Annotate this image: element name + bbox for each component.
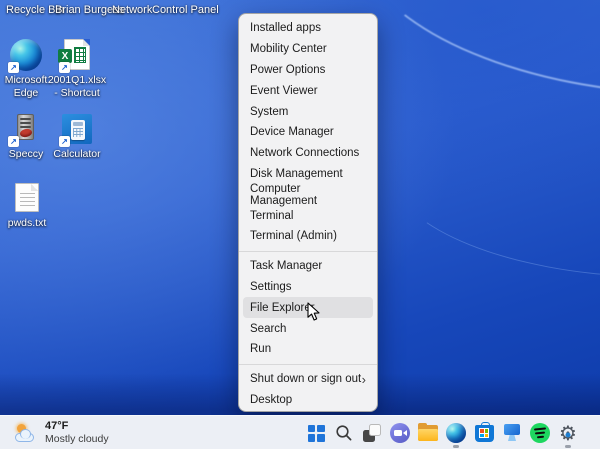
menu-item-network-connections[interactable]: Network Connections xyxy=(239,143,377,164)
submenu-chevron-icon: › xyxy=(362,373,366,386)
desktop-icon-label: pwds.txt xyxy=(8,217,47,230)
menu-separator xyxy=(239,251,377,252)
microsoft-store-button[interactable] xyxy=(474,418,494,448)
spotify-icon xyxy=(530,423,550,443)
search-button[interactable] xyxy=(334,418,354,448)
spotify-button[interactable] xyxy=(530,418,550,448)
gear-center-dot xyxy=(566,432,571,437)
menu-item-event-viewer[interactable]: Event Viewer xyxy=(239,80,377,101)
taskbar-icons: ⚙ xyxy=(306,416,578,449)
menu-item-search[interactable]: Search xyxy=(239,318,377,339)
search-icon xyxy=(335,424,353,442)
menu-item-desktop[interactable]: Desktop xyxy=(239,390,377,411)
menu-item-label: Shut down or sign out xyxy=(250,373,361,385)
desktop-icon-network-label[interactable]: Network xyxy=(112,4,152,16)
speccy-icon xyxy=(17,114,34,140)
menu-item-shutdown-signout[interactable]: Shut down or sign out › xyxy=(239,369,377,390)
text-file-icon xyxy=(15,183,39,212)
task-view-button[interactable] xyxy=(362,418,382,448)
running-app-indicator xyxy=(453,445,459,448)
file-explorer-button[interactable] xyxy=(418,418,438,448)
menu-item-terminal-admin[interactable]: Terminal (Admin) xyxy=(239,226,377,247)
weather-widget[interactable]: 47°F Mostly cloudy xyxy=(14,416,109,449)
menu-item-task-manager[interactable]: Task Manager xyxy=(239,256,377,277)
screen: Recycle Bin Brian Burgess Network Contro… xyxy=(0,0,600,449)
shortcut-arrow-icon: ↗ xyxy=(8,62,19,73)
edge-button[interactable] xyxy=(446,418,466,448)
menu-separator xyxy=(239,364,377,365)
menu-item-settings[interactable]: Settings xyxy=(239,277,377,298)
monitor-icon xyxy=(502,424,522,442)
menu-item-system[interactable]: System xyxy=(239,101,377,122)
menu-item-run[interactable]: Run xyxy=(239,339,377,360)
start-button[interactable] xyxy=(306,418,326,448)
excel-grid xyxy=(74,47,86,63)
desktop-icon-speccy[interactable]: ↗ Speccy xyxy=(0,113,55,161)
chat-button[interactable] xyxy=(390,418,410,448)
winx-context-menu: Installed apps Mobility Center Power Opt… xyxy=(238,13,378,412)
settings-button[interactable]: ⚙ xyxy=(558,418,578,448)
menu-item-terminal[interactable]: Terminal xyxy=(239,205,377,226)
desktop-icon-label: Microsoft Edge xyxy=(0,74,55,100)
desktop-icon-excel-shortcut[interactable]: X ↗ 2001Q1.xlsx - Shortcut xyxy=(48,39,106,100)
desktop-icon-calculator[interactable]: ↗ Calculator xyxy=(48,113,106,161)
weather-mostly-cloudy-icon xyxy=(14,424,38,442)
weather-temperature: 47°F xyxy=(45,420,109,434)
wallpaper-light-arc-faint xyxy=(384,80,600,292)
desktop-icon-control-panel-label[interactable]: Control Panel xyxy=(152,4,219,16)
taskbar: 47°F Mostly cloudy xyxy=(0,415,600,449)
folder-icon xyxy=(418,425,438,441)
store-bag-icon xyxy=(475,425,494,442)
menu-item-computer-management[interactable]: Computer Management xyxy=(239,184,377,205)
running-app-indicator xyxy=(565,445,571,448)
display-app-button[interactable] xyxy=(502,418,522,448)
menu-item-installed-apps[interactable]: Installed apps xyxy=(239,18,377,39)
shortcut-arrow-icon: ↗ xyxy=(59,136,70,147)
excel-logo: X xyxy=(58,49,72,63)
edge-icon xyxy=(446,423,466,443)
task-view-icon xyxy=(363,424,381,442)
menu-item-power-options[interactable]: Power Options xyxy=(239,60,377,81)
weather-condition: Mostly cloudy xyxy=(45,433,109,446)
menu-item-mobility-center[interactable]: Mobility Center xyxy=(239,39,377,60)
page-fold xyxy=(83,39,90,46)
mouse-cursor xyxy=(307,302,320,321)
desktop-icon-label: 2001Q1.xlsx - Shortcut xyxy=(48,74,106,100)
desktop-icon-label: Calculator xyxy=(53,148,100,161)
desktop-icon-pwds-txt[interactable]: pwds.txt xyxy=(0,182,56,230)
shortcut-arrow-icon: ↗ xyxy=(8,136,19,147)
chat-video-icon xyxy=(390,423,410,443)
windows-logo-icon xyxy=(308,425,325,442)
menu-item-disk-management[interactable]: Disk Management xyxy=(239,164,377,185)
speccy-red-badge xyxy=(19,128,32,138)
wallpaper-light-arc xyxy=(346,0,600,121)
desktop-icon-microsoft-edge[interactable]: ↗ Microsoft Edge xyxy=(0,39,55,100)
desktop-icon-label: Speccy xyxy=(9,148,43,161)
menu-item-device-manager[interactable]: Device Manager xyxy=(239,122,377,143)
shortcut-arrow-icon: ↗ xyxy=(59,62,70,73)
